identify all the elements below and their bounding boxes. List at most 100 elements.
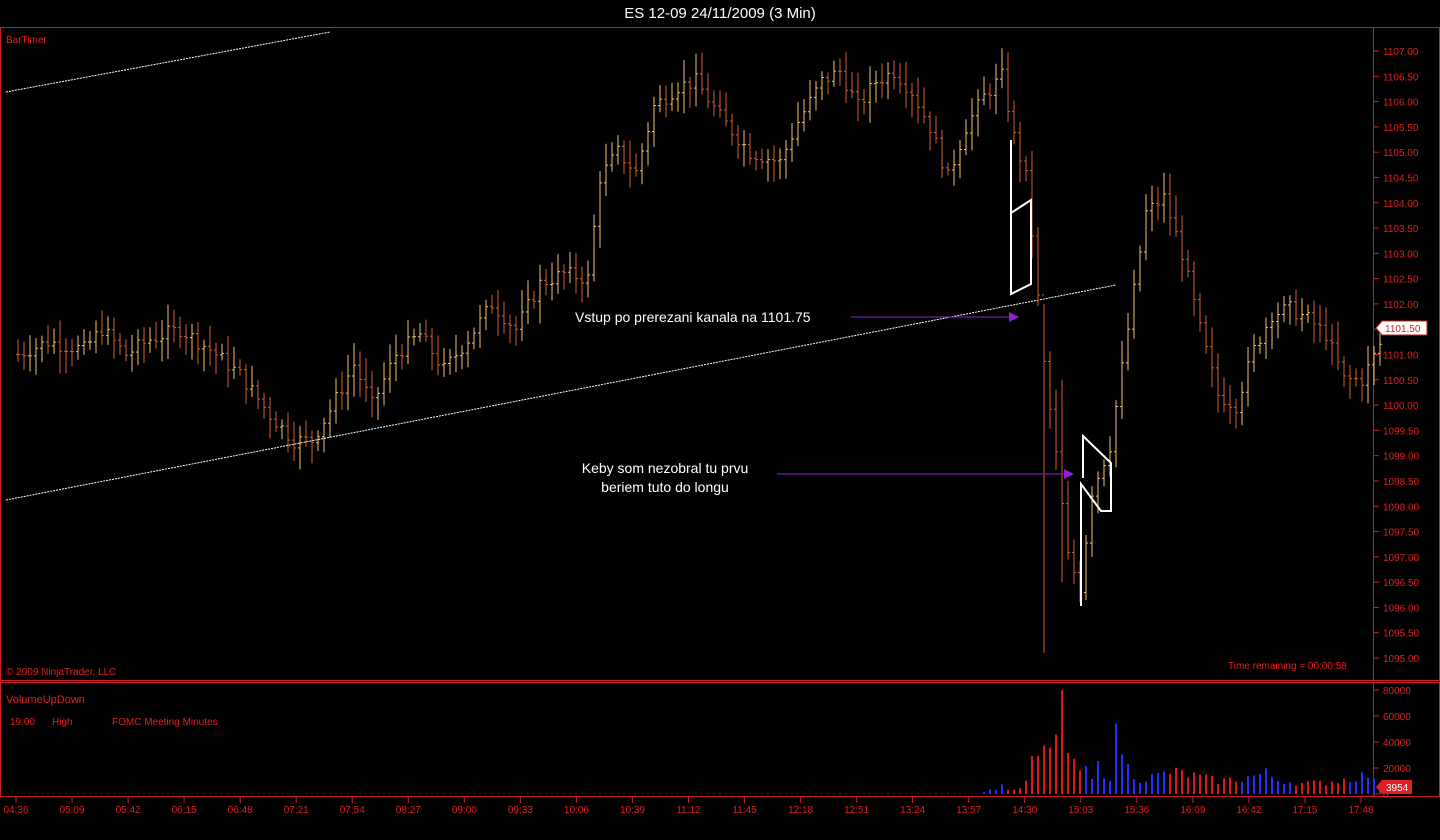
time-remaining-label: Time remaining = 00:00:58	[1228, 661, 1347, 672]
volume-bar	[1115, 723, 1117, 794]
volume-bars	[17, 690, 1381, 794]
volume-bar	[1253, 775, 1255, 794]
volume-bar	[845, 793, 847, 794]
volume-bar	[1079, 770, 1081, 794]
volume-bar	[1037, 755, 1039, 794]
volume-bar	[1241, 781, 1243, 794]
x-tick-label: 09:00	[452, 805, 477, 816]
volume-bar	[1175, 767, 1177, 794]
x-tick-label: 07:21	[284, 805, 309, 816]
x-tick-label: 14:30	[1012, 805, 1037, 816]
volume-bar	[707, 793, 709, 794]
volume-bar	[1325, 785, 1327, 794]
y-tick-label: 1095.00	[1383, 654, 1420, 665]
volume-bar	[1181, 770, 1183, 794]
volume-bar	[983, 791, 985, 794]
volume-bar	[971, 793, 973, 794]
volume-bar	[1127, 764, 1129, 794]
volume-indicator-label: VolumeUpDown	[6, 694, 85, 706]
price-bars	[16, 48, 1382, 653]
volume-bar	[1163, 771, 1165, 794]
x-tick-label: 11:45	[732, 805, 757, 816]
x-tick-label: 12:18	[788, 805, 813, 816]
x-tick-label: 16:42	[1236, 805, 1261, 816]
volume-bar	[1283, 783, 1285, 794]
volume-bar	[1169, 773, 1171, 794]
volume-bar	[1067, 752, 1069, 794]
y-tick-label: 1097.00	[1383, 553, 1420, 564]
volume-bar	[851, 793, 853, 794]
volume-bar	[1361, 772, 1363, 794]
event-name: FOMC Meeting Minutes	[112, 717, 218, 728]
volume-bar	[1199, 774, 1201, 794]
volume-bar	[1301, 783, 1303, 794]
x-tick-label: 08:27	[396, 805, 421, 816]
volume-bar	[1019, 788, 1021, 794]
volume-bar	[1085, 765, 1087, 794]
event-time: 19:00	[10, 717, 35, 728]
y-tick-label: 1106.50	[1383, 72, 1419, 83]
x-tick-label: 11:12	[676, 805, 701, 816]
y-tick-label: 1098.00	[1383, 502, 1420, 513]
volume-bar	[1223, 778, 1225, 794]
volume-bar	[923, 793, 925, 794]
volume-bar	[1061, 690, 1063, 794]
volume-bar	[1193, 772, 1195, 794]
volume-bar	[1247, 776, 1249, 794]
x-tick-label: 16:09	[1180, 805, 1205, 816]
volume-bar	[1109, 780, 1111, 794]
volume-bar	[1151, 774, 1153, 794]
x-tick-label: 15:36	[1124, 805, 1149, 816]
volume-bar	[1187, 777, 1189, 794]
volume-bar	[1229, 777, 1231, 794]
x-tick-label: 06:15	[172, 805, 197, 816]
volume-bar	[995, 789, 997, 794]
volume-bar	[833, 793, 835, 794]
volume-bar	[1091, 779, 1093, 794]
volume-tick-label: 40000	[1383, 738, 1411, 749]
volume-bar	[1139, 782, 1141, 794]
x-tick-label: 06:48	[228, 805, 253, 816]
volume-bar	[599, 793, 601, 794]
y-tick-label: 1096.50	[1383, 578, 1420, 589]
volume-bar	[893, 793, 895, 794]
x-tick-label: 13:24	[900, 805, 925, 816]
y-tick-label: 1104.00	[1383, 199, 1419, 210]
volume-bar	[911, 793, 913, 794]
volume-bar	[731, 793, 733, 794]
volume-bar	[1025, 780, 1027, 794]
annotation-text-long-1: Keby som nezobral tu prvu	[582, 460, 749, 476]
volume-bar	[1217, 784, 1219, 794]
volume-bar	[1049, 747, 1051, 794]
volume-bar	[1259, 773, 1261, 794]
volume-bar	[1235, 781, 1237, 794]
y-tick-label: 1101.00	[1383, 351, 1419, 362]
volume-bar	[815, 793, 817, 794]
volume-tick-label: 20000	[1383, 764, 1411, 775]
y-tick-label: 1103.50	[1383, 224, 1419, 235]
volume-bar	[947, 793, 949, 794]
volume-bar	[1367, 777, 1369, 794]
copyright-label: © 2009 NinjaTrader, LLC	[6, 667, 116, 678]
volume-bar	[887, 793, 889, 794]
volume-bar	[1373, 778, 1375, 794]
volume-bar	[761, 793, 763, 794]
volume-bar	[677, 793, 679, 794]
volume-bar	[1277, 780, 1279, 794]
event-importance: High	[52, 717, 73, 728]
last-volume-label: 3954	[1386, 783, 1409, 794]
volume-bar	[1001, 784, 1003, 794]
x-tick-label: 12:51	[844, 805, 869, 816]
y-tick-label: 1099.50	[1383, 426, 1420, 437]
volume-bar	[803, 793, 805, 794]
y-tick-label: 1095.50	[1383, 629, 1420, 640]
chart-canvas[interactable]: 1107.00 1106.50 1106.00 1105.50 1105.00 1104.…	[0, 0, 1440, 840]
annotation-text-entry: Vstup po prerezani kanala na 1101.75	[575, 309, 811, 325]
y-tick-label: 1098.50	[1383, 477, 1420, 488]
volume-bar	[869, 793, 871, 794]
volume-bar	[1073, 758, 1075, 794]
last-price-label: 1101.50	[1385, 324, 1421, 335]
volume-bar	[533, 793, 535, 794]
y-tick-label: 1105.00	[1383, 148, 1419, 159]
volume-bar	[719, 793, 721, 794]
